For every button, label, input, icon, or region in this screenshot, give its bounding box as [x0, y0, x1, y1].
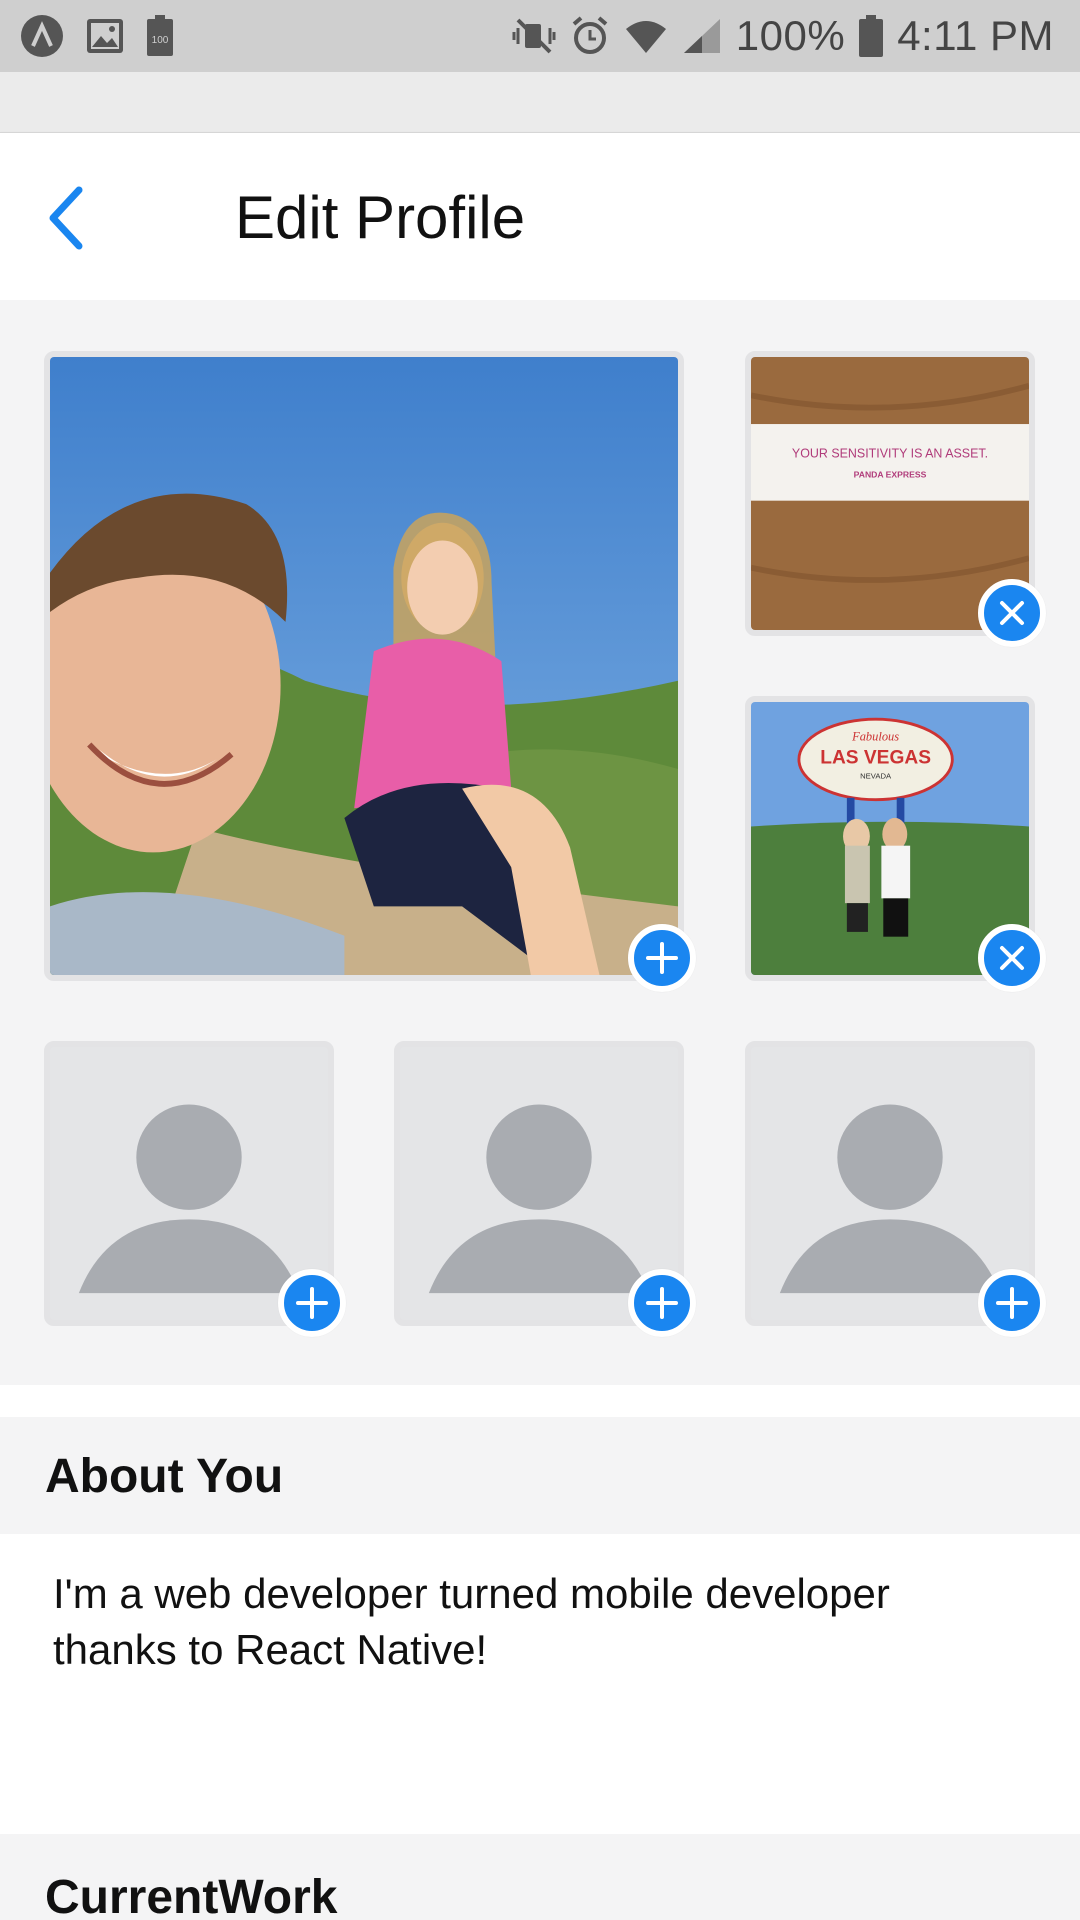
- current-work-heading: CurrentWork: [45, 1871, 338, 1920]
- add-photo-button[interactable]: [628, 924, 696, 992]
- alarm-icon: [570, 16, 610, 56]
- add-photo-button[interactable]: [278, 1269, 346, 1337]
- svg-text:LAS VEGAS: LAS VEGAS: [820, 747, 931, 768]
- svg-text:YOUR SENSITIVITY IS AN ASSET.: YOUR SENSITIVITY IS AN ASSET.: [792, 447, 988, 461]
- photo-selfie-image: [50, 357, 678, 975]
- page-title: Edit Profile: [235, 184, 526, 251]
- close-icon: [1000, 946, 1024, 970]
- action-bar-shade: [0, 72, 1080, 132]
- battery-saver-icon: 100: [146, 15, 174, 57]
- status-bar: 100 100% 4:11 PM: [0, 0, 1080, 72]
- about-heading: About You: [45, 1450, 284, 1503]
- battery-icon: [859, 15, 884, 57]
- plus-icon: [296, 1287, 328, 1319]
- plus-icon: [996, 1287, 1028, 1319]
- svg-text:NEVADA: NEVADA: [860, 772, 892, 781]
- add-photo-button[interactable]: [628, 1269, 696, 1337]
- svg-text:Fabulous: Fabulous: [851, 729, 899, 743]
- about-section-header: About You: [0, 1417, 1080, 1534]
- section-divider: [0, 1385, 1080, 1417]
- mute-vibrate-icon: [512, 16, 556, 56]
- current-work-section-header: CurrentWork: [0, 1834, 1080, 1920]
- signal-icon: [682, 17, 722, 55]
- remove-photo-button[interactable]: [978, 924, 1046, 992]
- about-text: I'm a web developer turned mobile develo…: [53, 1570, 890, 1673]
- back-button[interactable]: [30, 173, 100, 263]
- close-icon: [1000, 601, 1024, 625]
- wifi-icon: [624, 17, 668, 55]
- header: Edit Profile: [0, 132, 1080, 300]
- plus-icon: [646, 942, 678, 974]
- battery-percent: 100%: [735, 12, 846, 59]
- add-photo-button[interactable]: [978, 1269, 1046, 1337]
- svg-text:100: 100: [152, 35, 169, 46]
- plus-icon: [646, 1287, 678, 1319]
- photo-grid: YOUR SENSITIVITY IS AN ASSET. PANDA EXPR…: [0, 300, 1080, 1385]
- about-text-field[interactable]: I'm a web developer turned mobile develo…: [0, 1534, 1080, 1834]
- app-notification-icon: [20, 14, 64, 58]
- gallery-icon: [86, 18, 124, 54]
- svg-text:PANDA EXPRESS: PANDA EXPRESS: [854, 470, 927, 480]
- chevron-left-icon: [49, 186, 83, 250]
- remove-photo-button[interactable]: [978, 579, 1046, 647]
- photo-main[interactable]: [44, 351, 684, 981]
- clock: 4:11 PM: [897, 12, 1054, 59]
